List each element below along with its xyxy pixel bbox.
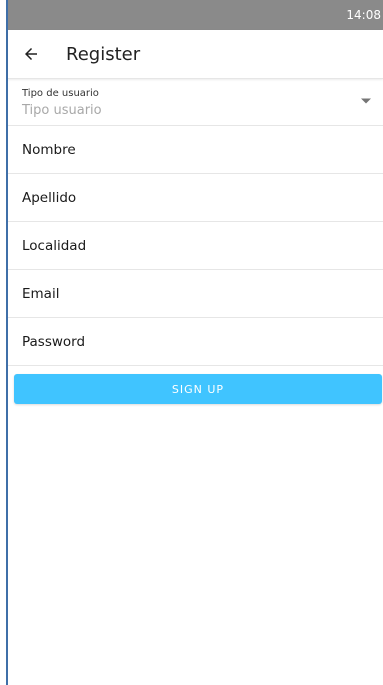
arrow-left-icon (25, 48, 37, 60)
register-screen: 14:08 Register Tipo de usuario Tipo usua… (8, 0, 383, 685)
localidad-field[interactable]: Localidad (8, 222, 383, 270)
tipo-usuario-dropdown[interactable]: Tipo de usuario Tipo usuario (8, 79, 383, 126)
status-time: 14:08 (346, 8, 381, 22)
nombre-field[interactable]: Nombre (8, 126, 383, 174)
apellido-field[interactable]: Apellido (8, 174, 383, 222)
email-field[interactable]: Email (8, 270, 383, 318)
signup-container: SIGN UP (8, 366, 383, 404)
tipo-usuario-label: Tipo de usuario (22, 88, 99, 99)
back-button[interactable] (18, 41, 44, 67)
page-title: Register (66, 43, 141, 65)
tipo-usuario-placeholder: Tipo usuario (22, 103, 102, 118)
app-bar: Register (8, 30, 383, 79)
dropdown-arrow-icon (361, 98, 371, 104)
status-bar: 14:08 (8, 0, 383, 30)
sign-up-button[interactable]: SIGN UP (14, 374, 382, 404)
password-field[interactable]: Password (8, 318, 383, 366)
